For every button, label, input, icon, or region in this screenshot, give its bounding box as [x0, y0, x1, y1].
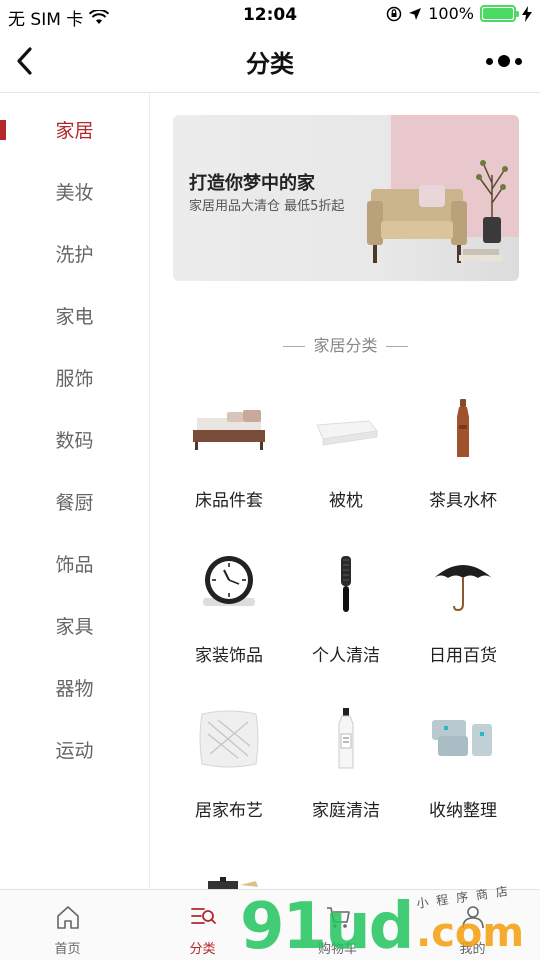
tab-profile[interactable]: 我的	[405, 890, 540, 960]
sidebar-item-label: 家居	[55, 120, 94, 142]
folded-quilt-icon	[311, 384, 381, 474]
sidebar-item-label: 餐厨	[55, 492, 94, 514]
sidebar-item-digital[interactable]: 数码	[0, 404, 149, 466]
user-icon	[461, 906, 484, 929]
sidebar-item-beauty[interactable]: 美妆	[0, 156, 149, 218]
sidebar-item-sports[interactable]: 运动	[0, 714, 149, 776]
page-title: 分类	[246, 50, 294, 78]
tab-label: 分类	[189, 942, 216, 957]
category-icon	[190, 908, 216, 924]
battery-percent: 100%	[428, 4, 474, 23]
cart-icon	[326, 907, 350, 928]
sidebar-item-label: 运动	[55, 740, 94, 762]
battery-fill	[483, 8, 513, 19]
sidebar-item-label: 家具	[55, 616, 94, 638]
tab-home[interactable]: 首页	[0, 890, 135, 960]
category-label: 收纳整理	[429, 801, 497, 821]
divider-right	[385, 346, 408, 347]
sidebar-item-label: 饰品	[55, 554, 94, 576]
more-dot-right	[515, 57, 522, 65]
section-header: 家居分类	[151, 332, 540, 356]
umbrella-icon	[428, 539, 498, 629]
category-item[interactable]: 家庭清洁	[288, 694, 404, 844]
sidebar-item-label: 器物	[55, 678, 94, 700]
tab-category[interactable]: 分类	[135, 890, 270, 960]
category-label: 被枕	[329, 491, 363, 511]
category-label: 床品件套	[195, 491, 263, 511]
storage-bags-icon	[428, 694, 498, 784]
battery-icon	[480, 5, 519, 22]
category-item[interactable]: 居家布艺	[171, 694, 287, 844]
clock-icon	[194, 539, 264, 629]
detergent-bottle-icon	[316, 694, 376, 784]
sidebar-item-label: 洗护	[55, 244, 94, 266]
pot-icon	[189, 849, 269, 889]
tab-label: 我的	[459, 942, 486, 957]
category-label: 居家布艺	[195, 801, 263, 821]
category-item[interactable]: 日用百货	[405, 539, 521, 689]
tab-cart[interactable]: 购物车	[270, 890, 405, 960]
location-arrow-icon	[409, 7, 422, 20]
more-dots-icon	[486, 57, 493, 65]
category-label: 家庭清洁	[312, 801, 380, 821]
status-bar: 无 SIM 卡 12:04 100%	[0, 0, 540, 30]
sidebar-item-appliances[interactable]: 家电	[0, 280, 149, 342]
sidebar-item-label: 服饰	[55, 368, 94, 390]
sidebar-item-accessories[interactable]: 饰品	[0, 528, 149, 590]
sidebar-item-furniture[interactable]: 家具	[0, 590, 149, 652]
sidebar-item-label: 家电	[55, 306, 94, 328]
pillow-icon	[194, 694, 264, 784]
category-item[interactable]	[171, 849, 287, 889]
category-label: 个人清洁	[312, 646, 380, 666]
category-label: 家装饰品	[195, 646, 263, 666]
sidebar-item-label: 数码	[55, 430, 94, 452]
active-indicator	[0, 120, 6, 140]
banner-title: 打造你梦中的家	[189, 173, 315, 194]
charging-bolt-icon	[522, 5, 532, 22]
banner-subtitle: 家居用品大清仓 最低5折起	[189, 199, 345, 214]
tab-bar: 首页 分类 购物车 我的	[0, 889, 540, 960]
sidebar-item-utensils[interactable]: 器物	[0, 652, 149, 714]
category-label: 日用百货	[429, 646, 497, 666]
sidebar-item-home[interactable]: 家居	[0, 94, 149, 156]
category-item[interactable]: 被枕	[288, 384, 404, 534]
rotation-lock-icon	[387, 6, 402, 21]
more-button[interactable]	[486, 52, 522, 70]
tab-label: 首页	[54, 942, 81, 957]
category-item[interactable]: 家装饰品	[171, 539, 287, 689]
category-label: 茶具水杯	[429, 491, 497, 511]
category-item[interactable]: 收纳整理	[405, 694, 521, 844]
category-item[interactable]: 茶具水杯	[405, 384, 521, 534]
home-icon	[56, 906, 79, 929]
sidebar-item-label: 美妆	[55, 182, 94, 204]
hairbrush-icon	[316, 539, 376, 629]
armchair-illustration	[367, 160, 508, 263]
bottle-icon	[433, 384, 493, 474]
category-content: 打造你梦中的家 家居用品大清仓 最低5折起 家居分类 床品件套 被枕 茶具水杯 …	[151, 94, 540, 890]
sidebar-item-care[interactable]: 洗护	[0, 218, 149, 280]
category-sidebar: 家居 美妆 洗护 家电 服饰 数码 餐厨 饰品 家具 器物 运动	[0, 94, 150, 890]
promo-banner[interactable]: 打造你梦中的家 家居用品大清仓 最低5折起	[173, 115, 519, 281]
divider-left	[283, 346, 306, 347]
sidebar-item-apparel[interactable]: 服饰	[0, 342, 149, 404]
more-dot-center	[498, 55, 510, 67]
section-title: 家居分类	[313, 336, 378, 355]
sidebar-item-kitchen[interactable]: 餐厨	[0, 466, 149, 528]
nav-bar: 分类	[0, 30, 540, 93]
bed-icon	[189, 384, 269, 474]
category-item[interactable]: 床品件套	[171, 384, 287, 534]
category-item[interactable]: 个人清洁	[288, 539, 404, 689]
tab-label: 购物车	[317, 942, 357, 957]
status-right: 100%	[386, 4, 532, 23]
